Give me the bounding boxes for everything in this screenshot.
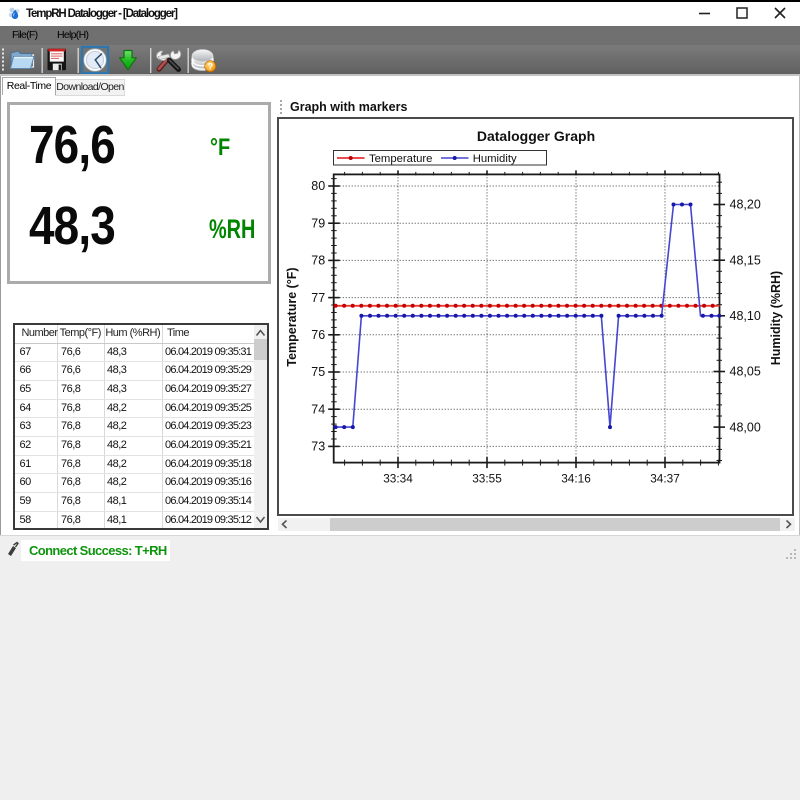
svg-text:48,15: 48,15 (730, 253, 761, 267)
svg-text:34:16: 34:16 (561, 472, 591, 486)
svg-text:Temperature (°F): Temperature (°F) (285, 267, 299, 366)
svg-text:48,00: 48,00 (730, 420, 761, 434)
svg-text:34:37: 34:37 (650, 472, 680, 486)
svg-text:79: 79 (311, 216, 325, 230)
svg-text:76: 76 (311, 328, 325, 342)
svg-text:33:34: 33:34 (383, 472, 413, 486)
svg-text:80: 80 (311, 179, 325, 193)
svg-text:77: 77 (311, 291, 325, 305)
svg-text:Temperature: Temperature (369, 153, 432, 165)
svg-text:73: 73 (311, 440, 325, 454)
svg-text:Humidity (%RH): Humidity (%RH) (769, 271, 783, 365)
svg-text:48,20: 48,20 (730, 198, 761, 212)
svg-text:74: 74 (311, 402, 325, 416)
svg-text:75: 75 (311, 365, 325, 379)
svg-text:48,10: 48,10 (730, 309, 761, 323)
svg-text:Humidity: Humidity (473, 153, 517, 165)
svg-text:48,05: 48,05 (730, 365, 761, 379)
svg-text:78: 78 (311, 254, 325, 268)
svg-text:33:55: 33:55 (472, 472, 502, 486)
svg-text:Datalogger Graph: Datalogger Graph (477, 128, 595, 144)
svg-text:?: ? (207, 62, 213, 73)
